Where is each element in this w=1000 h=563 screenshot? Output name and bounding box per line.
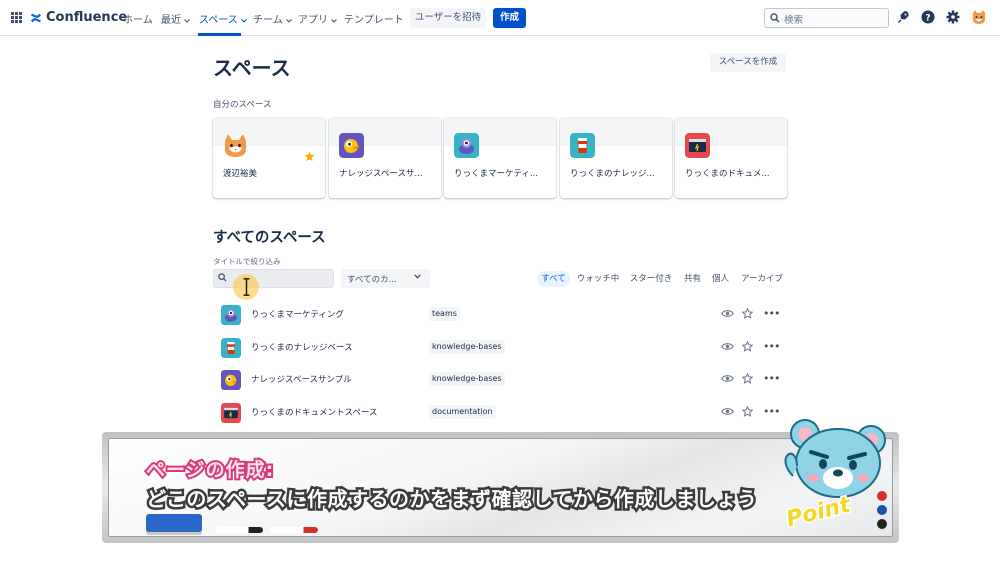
create-button[interactable]: 作成 <box>493 8 526 28</box>
filter-label: タイトルで絞り込み <box>213 257 281 266</box>
active-tab-indicator <box>198 33 241 36</box>
watch-eye-icon[interactable] <box>721 309 734 318</box>
black-magnet-illustration <box>877 519 887 529</box>
red-marker-illustration <box>270 527 318 533</box>
space-card-name: りっくまマーケティ... <box>454 169 538 179</box>
star-filled-icon[interactable] <box>304 151 315 162</box>
filter-archived[interactable]: アーカイブ <box>738 271 786 287</box>
nav-templates[interactable]: テンプレート <box>344 11 404 26</box>
space-name-link[interactable]: りっくまのドキュメントスペース <box>251 406 377 418</box>
star-outline-icon[interactable] <box>742 373 753 384</box>
filter-all[interactable]: すべて <box>537 271 570 287</box>
nav-recent-label: 最近 <box>161 15 181 26</box>
create-space-button[interactable]: スペースを作成 <box>710 53 786 72</box>
space-card[interactable]: 渡辺裕美 <box>213 118 325 198</box>
space-card-name: りっくまのナレッジ... <box>570 169 655 179</box>
space-card[interactable]: ナレッジスペースサ... <box>329 118 441 198</box>
watch-eye-icon[interactable] <box>721 374 734 383</box>
search-input[interactable]: 検索 <box>764 8 889 28</box>
filter-watching[interactable]: ウォッチ中 <box>574 271 622 287</box>
title-filter-input[interactable] <box>213 269 334 288</box>
space-name-link[interactable]: ナレッジスペースサンプル <box>251 373 352 385</box>
chevron-down-icon <box>286 19 292 23</box>
space-card[interactable]: りっくまマーケティ... <box>444 118 556 198</box>
window-icon <box>685 133 710 158</box>
robot-icon <box>221 305 241 325</box>
space-card[interactable]: りっくまのナレッジ... <box>560 118 672 198</box>
filter-starred[interactable]: スター付き <box>627 271 675 287</box>
space-row[interactable]: りっくまのドキュメントスペース documentation ••• <box>213 399 786 427</box>
search-icon <box>218 273 227 282</box>
filter-shared[interactable]: 共有 <box>680 271 705 287</box>
star-outline-icon[interactable] <box>742 341 753 352</box>
nav-teams-label: チーム <box>253 15 283 26</box>
category-tag[interactable]: teams <box>429 307 460 321</box>
cat-avatar-icon <box>225 134 246 157</box>
user-avatar-icon[interactable] <box>971 9 987 25</box>
nav-home-label: ホーム <box>123 15 153 26</box>
app-name: Confluence <box>46 10 128 25</box>
space-name-link[interactable]: りっくまマーケティング <box>251 308 344 320</box>
chevron-down-icon <box>414 274 421 279</box>
text-cursor-icon <box>243 278 250 296</box>
nav-spaces-label: スペース <box>199 15 238 26</box>
nav-apps[interactable]: アプリ <box>298 11 338 26</box>
filter-personal[interactable]: 個人 <box>708 271 733 287</box>
confluence-logo-icon <box>31 13 41 22</box>
watch-eye-icon[interactable] <box>721 407 734 416</box>
app-switcher-icon[interactable] <box>11 12 22 23</box>
window-icon <box>221 403 241 423</box>
nav-home[interactable]: ホーム <box>123 11 153 26</box>
space-card-name: 渡辺裕美 <box>223 169 258 179</box>
page-title: スペース <box>213 56 291 80</box>
coffee-icon <box>221 338 241 358</box>
more-actions-icon[interactable]: ••• <box>763 372 780 385</box>
bird-icon <box>339 133 364 158</box>
nav-teams[interactable]: チーム <box>253 11 292 26</box>
category-tag[interactable]: documentation <box>429 405 496 419</box>
chevron-down-icon <box>241 19 247 23</box>
invite-users-button[interactable]: ユーザーを招待 <box>410 8 486 28</box>
tip-title: ページの作成: <box>144 457 275 483</box>
star-outline-icon[interactable] <box>742 406 753 417</box>
space-card[interactable]: りっくまのドキュメ... <box>675 118 787 198</box>
tip-text: どこのスペースに作成するのかをまず確認してから作成しましょう <box>143 485 759 514</box>
category-tag[interactable]: knowledge-bases <box>429 340 505 354</box>
confluence-logo[interactable]: Confluence <box>30 10 127 25</box>
space-card-name: ナレッジスペースサ... <box>339 169 423 179</box>
star-outline-icon[interactable] <box>742 308 753 319</box>
settings-gear-icon[interactable] <box>946 10 960 24</box>
top-navigation: Confluence ホーム 最近 スペース チーム アプリ テンプレート ユー… <box>0 0 1000 36</box>
chevron-down-icon <box>184 19 191 23</box>
search-icon <box>770 13 780 23</box>
nav-apps-label: アプリ <box>298 15 328 26</box>
space-type-select[interactable]: すべてのカ... <box>341 269 430 288</box>
search-placeholder: 検索 <box>784 15 804 26</box>
svg-text:?: ? <box>925 14 930 24</box>
coffee-icon <box>570 133 595 158</box>
more-actions-icon[interactable]: ••• <box>763 405 780 418</box>
category-tag[interactable]: knowledge-bases <box>429 372 505 386</box>
space-card-name: りっくまのドキュメ... <box>685 169 770 179</box>
nav-recent[interactable]: 最近 <box>161 11 191 26</box>
more-actions-icon[interactable]: ••• <box>763 307 780 320</box>
black-marker-illustration <box>215 527 263 533</box>
space-row[interactable]: りっくまのナレッジベース knowledge-bases ••• <box>213 334 786 362</box>
eraser-illustration <box>146 514 202 532</box>
notifications-icon[interactable] <box>897 10 910 24</box>
space-select-value: すべてのカ... <box>347 275 397 285</box>
watch-eye-icon[interactable] <box>721 342 734 351</box>
space-row[interactable]: ナレッジスペースサンプル knowledge-bases ••• <box>213 366 786 394</box>
my-spaces-heading: 自分のスペース <box>213 100 272 110</box>
more-actions-icon[interactable]: ••• <box>763 340 780 353</box>
all-spaces-heading: すべてのスペース <box>213 230 326 246</box>
bird-icon <box>221 370 241 390</box>
space-row[interactable]: りっくまマーケティング teams ••• <box>213 301 786 329</box>
space-name-link[interactable]: りっくまのナレッジベース <box>251 341 353 353</box>
nav-spaces[interactable]: スペース <box>199 11 247 26</box>
robot-icon <box>454 133 479 158</box>
chevron-down-icon <box>331 19 338 23</box>
nav-templates-label: テンプレート <box>344 15 404 26</box>
help-icon[interactable]: ? <box>921 10 935 24</box>
